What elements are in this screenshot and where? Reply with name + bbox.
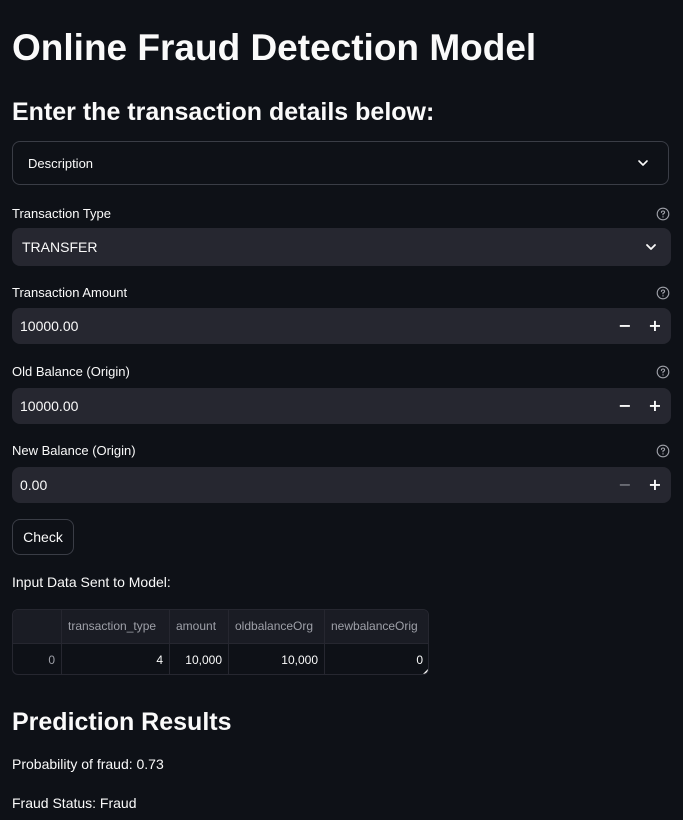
table-header-cell[interactable]: transaction_type	[62, 610, 170, 643]
question-circle-icon[interactable]	[656, 207, 670, 221]
expander-label: Description	[28, 156, 94, 171]
transaction-amount-label: Transaction Amount	[12, 285, 128, 300]
table-header-cell[interactable]: oldbalanceOrg	[229, 610, 325, 643]
decrement-button[interactable]: −	[610, 467, 640, 503]
table-cell[interactable]: 4	[62, 644, 170, 674]
fraud-status-text: Fraud Status: Fraud	[12, 795, 137, 811]
question-circle-icon[interactable]	[656, 444, 670, 458]
table-cell[interactable]: 0	[325, 644, 428, 674]
table-row: 0 4 10,000 10,000 0	[13, 643, 428, 674]
chevron-down-icon	[646, 244, 656, 250]
description-expander[interactable]: Description	[12, 141, 669, 185]
input-data-table[interactable]: transaction_type amount oldbalanceOrg ne…	[12, 609, 429, 675]
old-balance-input[interactable]: 10000.00 − +	[12, 388, 671, 424]
transaction-type-label: Transaction Type	[12, 206, 111, 221]
page-title: Online Fraud Detection Model	[12, 27, 537, 68]
input-data-caption: Input Data Sent to Model:	[12, 574, 171, 590]
increment-button[interactable]: +	[640, 467, 670, 503]
old-balance-label: Old Balance (Origin)	[12, 364, 130, 379]
check-button[interactable]: Check	[12, 519, 74, 555]
table-header-row: transaction_type amount oldbalanceOrg ne…	[13, 610, 428, 643]
increment-button[interactable]: +	[640, 308, 670, 344]
table-header-cell[interactable]: amount	[170, 610, 229, 643]
transaction-amount-input[interactable]: 10000.00 − +	[12, 308, 671, 344]
prediction-results-heading: Prediction Results	[12, 708, 232, 736]
transaction-type-value: TRANSFER	[22, 239, 98, 255]
table-cell[interactable]: 10,000	[170, 644, 229, 674]
old-balance-value[interactable]: 10000.00	[20, 397, 78, 415]
table-cell[interactable]: 10,000	[229, 644, 325, 674]
new-balance-input[interactable]: 0.00 − +	[12, 467, 671, 503]
chevron-down-icon	[638, 160, 648, 166]
resize-handle-icon[interactable]	[423, 669, 428, 674]
page-subtitle: Enter the transaction details below:	[12, 98, 435, 126]
question-circle-icon[interactable]	[656, 286, 670, 300]
new-balance-value[interactable]: 0.00	[20, 476, 47, 494]
transaction-amount-value[interactable]: 10000.00	[20, 317, 78, 335]
decrement-button[interactable]: −	[610, 308, 640, 344]
increment-button[interactable]: +	[640, 388, 670, 424]
question-circle-icon[interactable]	[656, 365, 670, 379]
decrement-button[interactable]: −	[610, 388, 640, 424]
new-balance-label: New Balance (Origin)	[12, 443, 136, 458]
table-cell: 0	[13, 644, 62, 674]
table-header-cell	[13, 610, 62, 643]
table-header-cell[interactable]: newbalanceOrig	[325, 610, 428, 643]
fraud-probability-text: Probability of fraud: 0.73	[12, 756, 164, 772]
transaction-type-select[interactable]: TRANSFER	[12, 228, 671, 266]
